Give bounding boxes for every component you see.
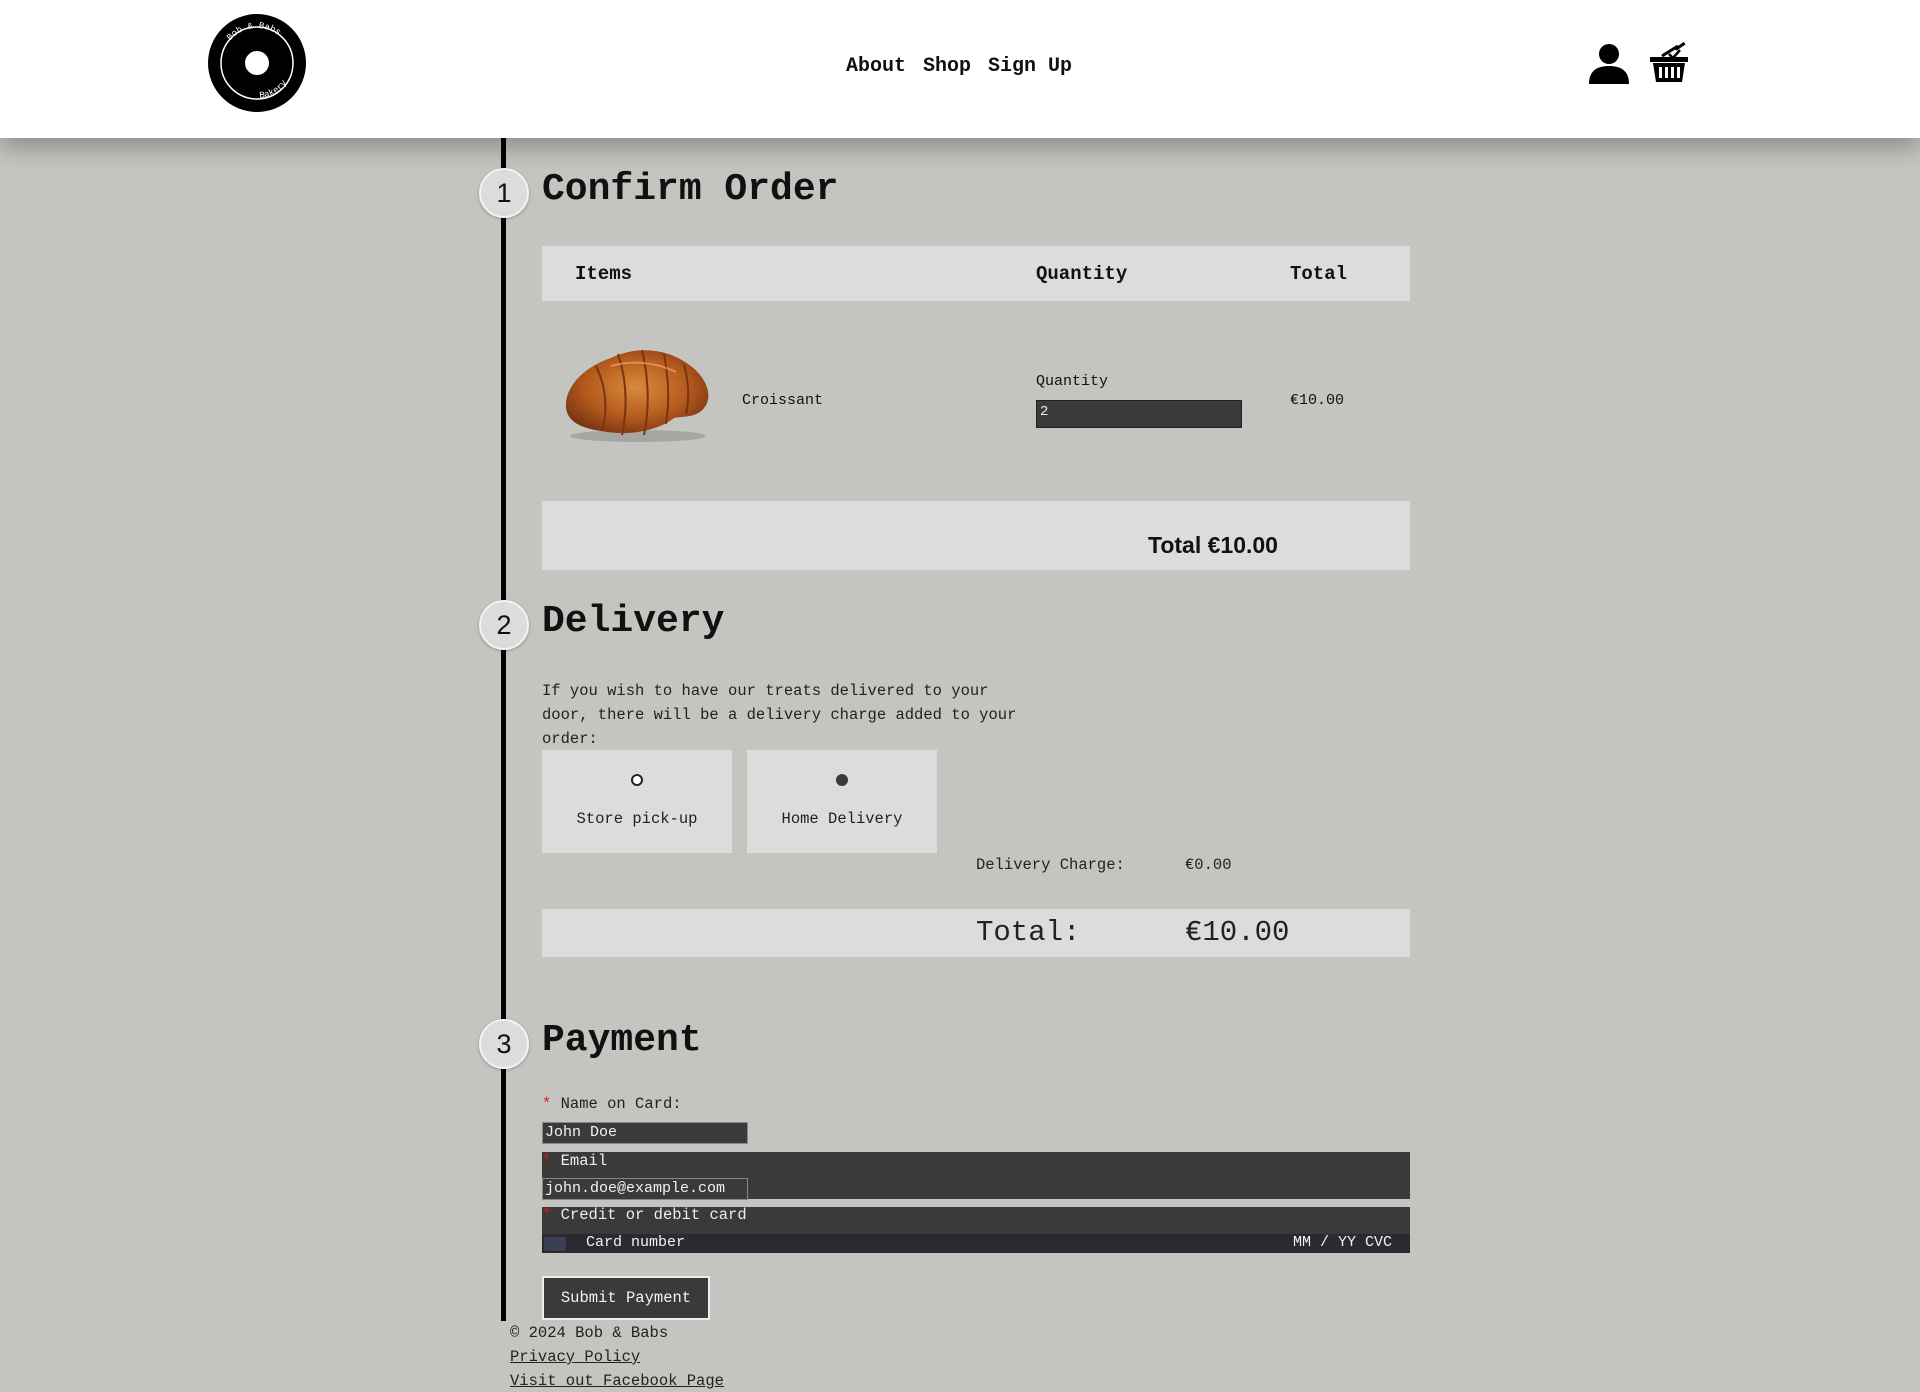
copyright-text: © 2024 Bob & Babs xyxy=(510,1324,669,1342)
quantity-column-header: Quantity xyxy=(1036,263,1128,285)
required-mark: * xyxy=(542,1152,552,1170)
store-pickup-label: Store pick-up xyxy=(576,810,698,828)
delivery-total-value: €10.00 xyxy=(1185,916,1290,949)
confirm-order-title: Confirm Order xyxy=(542,168,839,211)
submit-payment-button[interactable]: Submit Payment xyxy=(542,1276,710,1320)
main-nav: About Shop Sign Up xyxy=(846,55,1072,78)
card-label: * Credit or debit card xyxy=(542,1206,747,1224)
card-brand-icon xyxy=(544,1237,566,1251)
delivery-charge-label: Delivery Charge: xyxy=(976,856,1125,874)
name-on-card-input[interactable]: John Doe xyxy=(542,1122,748,1144)
email-input[interactable]: john.doe@example.com xyxy=(542,1178,748,1200)
nav-sign-up[interactable]: Sign Up xyxy=(988,55,1072,78)
delivery-description: If you wish to have our treats delivered… xyxy=(542,682,1017,748)
nav-shop[interactable]: Shop xyxy=(923,55,971,78)
home-delivery-radio[interactable] xyxy=(836,774,848,786)
site-footer: © 2024 Bob & Babs Privacy Policy Visit o… xyxy=(510,1321,724,1392)
delivery-charge-value: €0.00 xyxy=(1185,856,1232,874)
order-table-header: Items Quantity Total xyxy=(542,246,1410,301)
email-label: * Email xyxy=(542,1152,607,1170)
store-pickup-radio[interactable] xyxy=(631,774,643,786)
quantity-label: Quantity xyxy=(1036,373,1109,390)
email-field-block: * Email john.doe@example.com xyxy=(542,1152,1410,1200)
step-1-badge: 1 xyxy=(479,168,529,218)
card-expiry-cvc-placeholder: MM / YY CVC xyxy=(1292,1234,1392,1251)
delivery-total-bar: Total: €10.00 xyxy=(542,909,1410,957)
logo-icon: Bob & Babs Bakery xyxy=(210,16,304,110)
site-header: Bob & Babs Bakery About Shop Sign Up xyxy=(0,0,1920,138)
basket-icon xyxy=(1650,42,1688,82)
total-column-header: Total xyxy=(1290,263,1348,285)
privacy-policy-link[interactable]: Privacy Policy xyxy=(510,1345,724,1369)
order-total: Total €10.00 xyxy=(1148,532,1278,558)
home-delivery-option[interactable]: Home Delivery xyxy=(747,750,937,853)
user-icon xyxy=(1589,44,1629,84)
cart-button[interactable] xyxy=(1648,42,1690,84)
step-2-badge: 2 xyxy=(479,600,529,650)
quantity-input[interactable]: 2 xyxy=(1036,400,1242,428)
store-pickup-option[interactable]: Store pick-up xyxy=(542,750,732,853)
item-total: €10.00 xyxy=(1290,392,1345,409)
account-button[interactable] xyxy=(1588,42,1630,84)
delivery-total-label: Total: xyxy=(976,916,1081,949)
order-total-bar: Total €10.00 xyxy=(542,501,1410,570)
step-3-badge: 3 xyxy=(479,1019,529,1069)
card-label-text: Credit or debit card xyxy=(560,1206,747,1224)
items-column-header: Items xyxy=(575,263,633,285)
croissant-image xyxy=(556,336,716,446)
required-mark: * xyxy=(542,1206,552,1224)
name-on-card-label: * Name on Card: xyxy=(542,1095,682,1113)
item-name: Croissant xyxy=(742,392,824,409)
bakery-logo[interactable]: Bob & Babs Bakery xyxy=(208,14,306,112)
delivery-title: Delivery xyxy=(542,600,725,643)
card-number-input[interactable]: Card number MM / YY CVC xyxy=(542,1234,1410,1253)
nav-about[interactable]: About xyxy=(846,55,906,78)
card-field-block: * Credit or debit card xyxy=(542,1206,1410,1234)
required-mark: * xyxy=(542,1095,552,1113)
home-delivery-label: Home Delivery xyxy=(781,810,903,828)
name-on-card-text: Name on Card: xyxy=(560,1095,682,1113)
checkout-timeline xyxy=(501,138,506,1321)
facebook-page-link[interactable]: Visit out Facebook Page xyxy=(510,1369,724,1392)
email-label-text: Email xyxy=(560,1152,608,1170)
payment-title: Payment xyxy=(542,1019,702,1062)
card-number-placeholder: Card number xyxy=(586,1234,686,1251)
